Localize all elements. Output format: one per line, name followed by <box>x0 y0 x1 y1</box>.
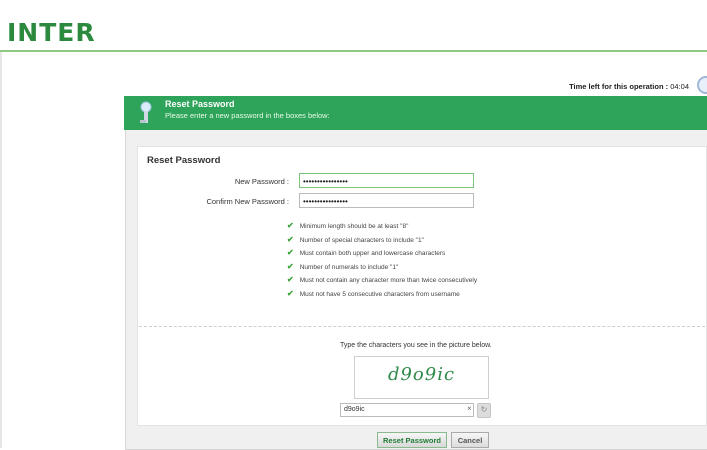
captcha-prompt: Type the characters you see in the pictu… <box>340 342 492 349</box>
rule-item: ✔ Must not have 5 consecutive characters … <box>287 288 460 298</box>
checkmark-icon: ✔ <box>287 288 294 298</box>
checkmark-icon: ✔ <box>287 275 294 284</box>
brand-logo-text: INTER <box>7 18 96 47</box>
header-title: Reset Password <box>165 99 235 109</box>
timer-label: Time left for this operation : <box>569 82 669 91</box>
header-subtitle: Please enter a new password in the boxes… <box>165 111 330 120</box>
new-password-input[interactable]: •••••••••••••••• <box>299 173 474 188</box>
checkmark-icon: ✔ <box>287 261 294 271</box>
new-password-label: New Password : <box>234 177 289 186</box>
captcha-image-text: d9o9ic <box>387 364 456 385</box>
timer-readout: Time left for this operation : 04:04 <box>569 82 689 91</box>
reset-password-button[interactable]: Reset Password <box>377 432 447 448</box>
captcha-image: d9o9ic <box>354 356 489 399</box>
confirm-password-label: Confirm New Password : <box>206 197 289 206</box>
left-border <box>0 52 2 448</box>
checkmark-icon: ✔ <box>287 234 294 244</box>
confirm-password-input[interactable]: •••••••••••••••• <box>299 193 474 208</box>
refresh-icon[interactable]: ↻ <box>477 403 491 418</box>
top-bar: INTER <box>0 0 707 52</box>
section-divider <box>139 326 705 327</box>
section-title: Reset Password <box>147 155 221 166</box>
password-rules: ✔ Minimum length should be at least "8" ✔… <box>287 219 477 300</box>
rule-item: ✔ Number of numerals to include "1" <box>287 261 399 271</box>
brand-logo: INTER <box>7 20 96 46</box>
rule-item: ✔ Must not contain any character more tha… <box>287 275 478 284</box>
checkmark-icon: ✔ <box>287 221 294 230</box>
timer-value: 04:04 <box>670 82 689 91</box>
clear-icon[interactable]: × <box>467 404 472 413</box>
rule-item: ✔ Minimum length should be at least "8" <box>287 221 409 230</box>
checkmark-icon: ✔ <box>287 248 294 257</box>
rule-item: ✔ Number of special characters to include… <box>287 234 424 244</box>
rule-item: ✔ Must contain both upper and lowercase c… <box>287 248 446 257</box>
cancel-button[interactable]: Cancel <box>451 432 489 448</box>
captcha-input[interactable]: d9o9ic <box>340 403 474 417</box>
key-person-icon <box>140 101 152 123</box>
